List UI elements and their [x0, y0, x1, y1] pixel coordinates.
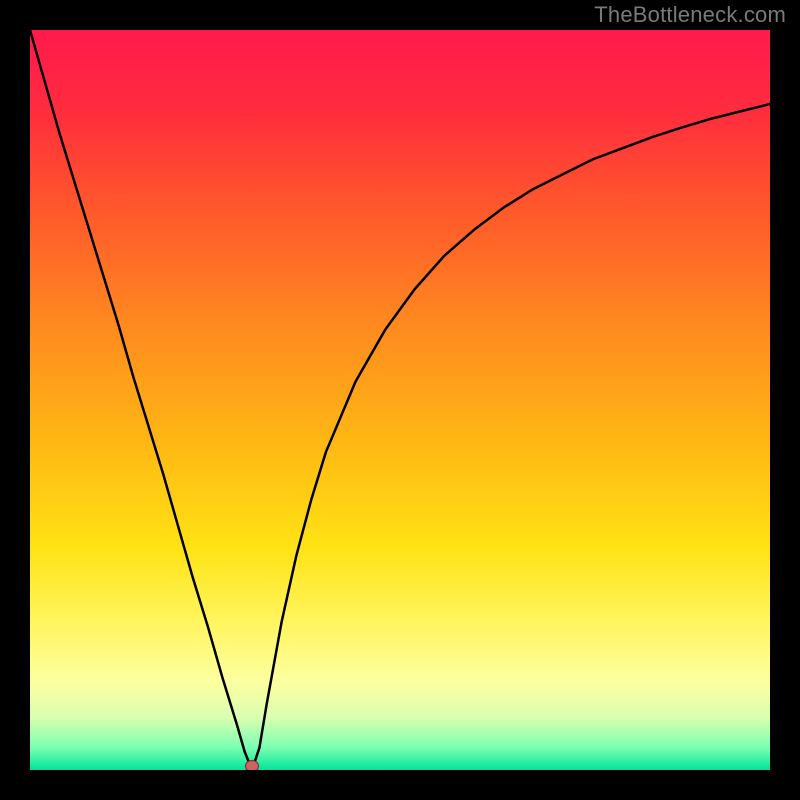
plot-area — [30, 30, 770, 770]
watermark-text: TheBottleneck.com — [594, 2, 786, 28]
chart-frame: TheBottleneck.com — [0, 0, 800, 800]
min-marker — [246, 761, 259, 771]
chart-svg — [30, 30, 770, 770]
